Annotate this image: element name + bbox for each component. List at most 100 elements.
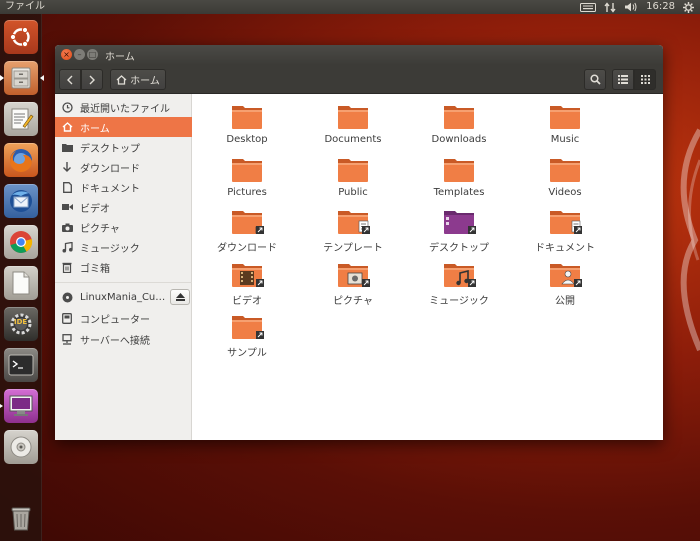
sidebar-item-device-disc[interactable]: LinuxMania_Cu… [55,287,192,307]
file-item[interactable]: Downloads [404,102,514,152]
ide-label: IDE [14,318,28,326]
launcher-display[interactable] [0,389,38,423]
minimize-button[interactable]: – [74,49,85,60]
back-button[interactable] [59,69,81,90]
file-item[interactable]: ミュージック [404,260,514,310]
computer-icon [61,312,73,324]
folder-icon [444,106,474,129]
template-folder-icon [338,211,370,234]
grid-view-button[interactable] [634,69,656,90]
file-item[interactable]: Templates [404,155,514,205]
sidebar-item-label: デスクトップ [80,143,140,155]
sidebar-item-label: コンピューター [80,314,150,326]
sidebar-item-label: ドキュメント [80,183,140,195]
launcher-trash[interactable] [4,502,38,536]
sidebar-item-label: ピクチャ [80,223,120,235]
launcher-thunderbird[interactable] [4,184,38,218]
document-folder-icon [550,211,582,234]
clock[interactable]: 16:28 [646,0,675,14]
file-label: ピクチャ [333,296,373,307]
monitor-icon [9,395,33,416]
video-folder-icon [232,264,264,287]
gear-icon[interactable] [683,0,694,14]
sidebar-item-pictures[interactable]: ピクチャ [55,217,192,237]
list-view-icon [618,75,628,84]
sidebar-item-label: LinuxMania_Cu… [80,291,166,303]
folder-icon [444,159,474,182]
download-folder-icon [232,211,264,234]
file-item[interactable]: 公開 [510,260,620,310]
indicator-area: 16:28 [580,0,700,14]
file-item[interactable]: ダウンロード [192,207,302,257]
file-label: ダウンロード [217,243,277,254]
launcher-libreoffice[interactable] [4,266,38,300]
forward-button[interactable] [81,69,103,90]
maximize-button[interactable]: □ [87,49,98,60]
file-item[interactable]: ドキュメント [510,207,620,257]
close-button[interactable]: × [61,49,72,60]
music-folder-icon [444,264,476,287]
file-label: Documents [324,134,382,145]
file-item[interactable]: Documents [298,102,408,152]
file-label: Music [550,134,580,145]
folder-icon [232,159,262,182]
launcher-text-editor[interactable] [4,102,38,136]
sidebar-item-recent[interactable]: 最近開いたファイル [55,97,192,117]
folder-icon [338,159,368,182]
toolbar: ホーム [55,65,663,94]
desktop-folder-icon [444,211,476,234]
launcher-lazarus-ide[interactable]: IDE [4,307,38,341]
sidebar-item-music[interactable]: ミュージック [55,237,192,257]
sidebar-item-connect-server[interactable]: サーバーへ接続 [55,329,192,349]
sidebar-item-home[interactable]: ホーム [55,117,192,137]
file-item[interactable]: Desktop [192,102,302,152]
file-item[interactable]: テンプレート [298,207,408,257]
file-item[interactable]: サンプル [192,312,302,362]
network-arrows-icon[interactable] [604,0,616,14]
camera-icon [61,221,73,233]
file-item[interactable]: Music [510,102,620,152]
app-menu-file[interactable]: ファイル [5,0,45,14]
launcher-files[interactable] [0,61,44,95]
terminal-icon [8,354,34,376]
launcher-dvd[interactable] [4,430,38,464]
volume-icon[interactable] [624,0,638,14]
eject-button[interactable] [170,289,190,305]
launcher-dash[interactable] [4,20,38,54]
chrome-icon [10,231,33,253]
trash-icon [61,261,73,273]
sidebar-item-trash[interactable]: ゴミ箱 [55,257,192,277]
music-note-icon [61,241,73,253]
disc-icon [61,291,73,303]
file-item[interactable]: ビデオ [192,260,302,310]
file-label: ドキュメント [535,243,595,254]
sidebar-item-computer[interactable]: コンピューター [55,308,192,328]
launcher-firefox[interactable] [4,143,38,177]
file-label: Desktop [226,134,268,145]
file-item[interactable]: Videos [510,155,620,205]
sidebar-item-videos[interactable]: ビデオ [55,197,192,217]
trash-icon [11,507,31,531]
search-button[interactable] [584,69,606,90]
file-grid: Desktop Documents Downloads Music Pictures Pu… [192,94,663,440]
file-item[interactable]: デスクトップ [404,207,514,257]
sidebar: 最近開いたファイル ホーム デスクトップ ダウンロード ドキュメント ビデオ ピ… [55,94,192,440]
picture-folder-icon [338,264,370,287]
launcher-terminal[interactable] [4,348,38,382]
sidebar-item-downloads[interactable]: ダウンロード [55,157,192,177]
file-label: Videos [548,187,582,198]
launcher-chrome[interactable] [4,225,38,259]
sidebar-item-desktop[interactable]: デスクトップ [55,137,192,157]
keyboard-icon[interactable] [580,0,597,14]
file-item[interactable]: Public [298,155,408,205]
file-item[interactable]: Pictures [192,155,302,205]
file-label: Templates [433,187,485,198]
path-home-button[interactable]: ホーム [110,69,166,90]
file-item[interactable]: ピクチャ [298,260,408,310]
sidebar-item-documents[interactable]: ドキュメント [55,177,192,197]
list-view-button[interactable] [612,69,634,90]
thunderbird-icon [10,190,32,212]
sidebar-item-label: ビデオ [80,203,110,215]
file-label: デスクトップ [429,243,489,254]
eject-icon [175,293,185,301]
